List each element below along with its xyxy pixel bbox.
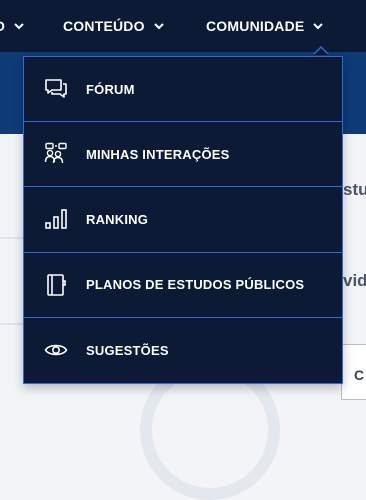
background-button[interactable]: C (341, 344, 366, 400)
background-text-fragment: stu (343, 180, 366, 199)
divider (0, 237, 24, 239)
background-text-fragment: vida (343, 271, 366, 290)
menu-item-label: PLANOS DE ESTUDOS PÚBLICOS (86, 277, 305, 293)
chevron-down-icon (14, 23, 24, 30)
nav-item-community-label: COMUNIDADE (206, 18, 305, 34)
menu-item-label: MINHAS INTERAÇÕES (86, 146, 230, 162)
nav-item-partial-label: O (0, 18, 5, 34)
chat-bubbles-icon (44, 77, 68, 101)
nav-item-partial[interactable]: O (0, 0, 25, 52)
top-nav-bar: O CONTEÚDO COMUNIDADE (0, 0, 366, 52)
menu-item-suggestions[interactable]: SUGESTÕES (24, 318, 342, 383)
menu-item-forum[interactable]: FÓRUM (24, 57, 342, 123)
people-interactions-icon (44, 142, 68, 166)
menu-item-my-interactions[interactable]: MINHAS INTERAÇÕES (24, 122, 342, 188)
eye-icon (44, 338, 68, 362)
bar-chart-icon (44, 207, 68, 231)
nav-item-community[interactable]: COMUNIDADE (206, 0, 324, 52)
menu-item-public-study-plans[interactable]: PLANOS DE ESTUDOS PÚBLICOS (24, 253, 342, 318)
chevron-down-icon (313, 23, 324, 30)
community-dropdown-menu: FÓRUM MINHAS INTERAÇÕES RANKING PLANOS D… (23, 56, 343, 384)
nav-item-content[interactable]: CONTEÚDO (63, 0, 165, 52)
menu-item-ranking[interactable]: RANKING (24, 187, 342, 253)
nav-item-content-label: CONTEÚDO (63, 18, 145, 34)
dropdown-caret-inner (314, 48, 328, 55)
menu-item-label: SUGESTÕES (86, 342, 169, 358)
menu-item-label: RANKING (86, 211, 149, 227)
divider (0, 323, 24, 325)
background-button-label: C (354, 367, 365, 383)
chevron-down-icon (154, 23, 164, 30)
menu-item-label: FÓRUM (86, 81, 135, 97)
notebook-icon (44, 273, 68, 297)
